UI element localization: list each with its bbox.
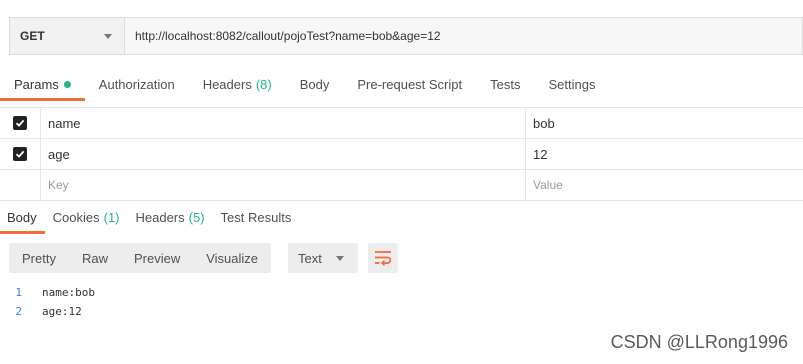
tab-settings-label: Settings	[548, 76, 596, 92]
wrap-lines-icon	[375, 251, 392, 266]
param-row: age 12	[0, 139, 803, 170]
tab-authorization-label: Authorization	[98, 76, 175, 92]
view-raw-button[interactable]: Raw	[69, 243, 121, 273]
tab-test-results[interactable]: Test Results	[213, 203, 300, 231]
tab-pre-request-script-label: Pre-request Script	[357, 76, 463, 92]
param-row-new: Key Value	[0, 170, 803, 201]
param-key[interactable]: name	[41, 108, 526, 138]
tab-params-label: Params	[14, 76, 59, 92]
tab-cookies[interactable]: Cookies (1)	[45, 203, 128, 231]
view-mode-group: Pretty Raw Preview Visualize	[9, 243, 272, 273]
tab-headers[interactable]: Headers (8)	[189, 70, 286, 98]
request-tabs: Params Authorization Headers (8) Body Pr…	[0, 70, 609, 101]
tab-cookies-count: (1)	[103, 209, 120, 225]
tab-tests-label: Tests	[490, 76, 521, 92]
param-value-input[interactable]: Value	[526, 170, 803, 200]
format-select[interactable]: Text	[288, 243, 358, 273]
view-visualize-button[interactable]: Visualize	[193, 243, 271, 273]
method-select[interactable]: GET	[9, 17, 124, 55]
param-key[interactable]: age	[41, 139, 526, 169]
url-input[interactable]: http://localhost:8082/callout/pojoTest?n…	[124, 17, 803, 55]
tab-response-headers-label: Headers	[135, 209, 185, 225]
view-preview-button[interactable]: Preview	[121, 243, 193, 273]
tab-cookies-label: Cookies	[52, 209, 100, 225]
params-table: name bob age 12 Key Value	[0, 107, 803, 201]
tab-headers-label: Headers	[202, 76, 252, 92]
tab-test-results-label: Test Results	[220, 209, 292, 225]
param-key-input[interactable]: Key	[41, 170, 526, 200]
tab-response-headers[interactable]: Headers (5)	[128, 203, 213, 231]
tab-body[interactable]: Body	[286, 70, 344, 98]
key-placeholder: Key	[48, 178, 69, 192]
method-label: GET	[20, 29, 45, 43]
line-number: 2	[15, 305, 22, 318]
response-tabs: Body Cookies (1) Headers (5) Test Result…	[0, 203, 300, 234]
chevron-down-icon	[104, 33, 112, 39]
wrap-lines-button[interactable]	[368, 243, 398, 273]
response-body-code: 1 name:bob 2 age:12	[0, 283, 95, 321]
tab-response-headers-count: (5)	[188, 209, 205, 225]
tab-response-body-label: Body	[7, 209, 37, 225]
chevron-down-icon	[336, 255, 344, 261]
line-number: 1	[15, 286, 22, 299]
param-checkbox-cell	[0, 108, 41, 138]
view-pretty-button[interactable]: Pretty	[9, 243, 69, 273]
checkbox-checked-icon[interactable]	[13, 116, 27, 130]
tab-settings[interactable]: Settings	[534, 70, 609, 98]
tab-body-label: Body	[299, 76, 330, 92]
param-value[interactable]: 12	[526, 139, 803, 169]
value-placeholder: Value	[533, 178, 563, 192]
param-checkbox-cell	[0, 170, 41, 200]
tab-pre-request-script[interactable]: Pre-request Script	[343, 70, 476, 98]
watermark: CSDN @LLRong1996	[610, 332, 788, 352]
code-line: 1 name:bob	[0, 283, 95, 302]
line-text: age:12	[42, 305, 82, 318]
tab-response-body[interactable]: Body	[0, 203, 45, 234]
tab-headers-count: (8)	[255, 76, 272, 92]
param-row: name bob	[0, 108, 803, 139]
params-indicator-dot	[63, 80, 71, 88]
line-text: name:bob	[42, 286, 95, 299]
checkbox-checked-icon[interactable]	[13, 147, 27, 161]
param-checkbox-cell	[0, 139, 41, 169]
code-line: 2 age:12	[0, 302, 95, 321]
request-bar: GET http://localhost:8082/callout/pojoTe…	[9, 17, 803, 57]
format-select-value: Text	[298, 250, 322, 266]
param-value[interactable]: bob	[526, 108, 803, 138]
tab-tests[interactable]: Tests	[476, 70, 534, 98]
tab-authorization[interactable]: Authorization	[85, 70, 189, 98]
tab-params[interactable]: Params	[0, 70, 85, 101]
